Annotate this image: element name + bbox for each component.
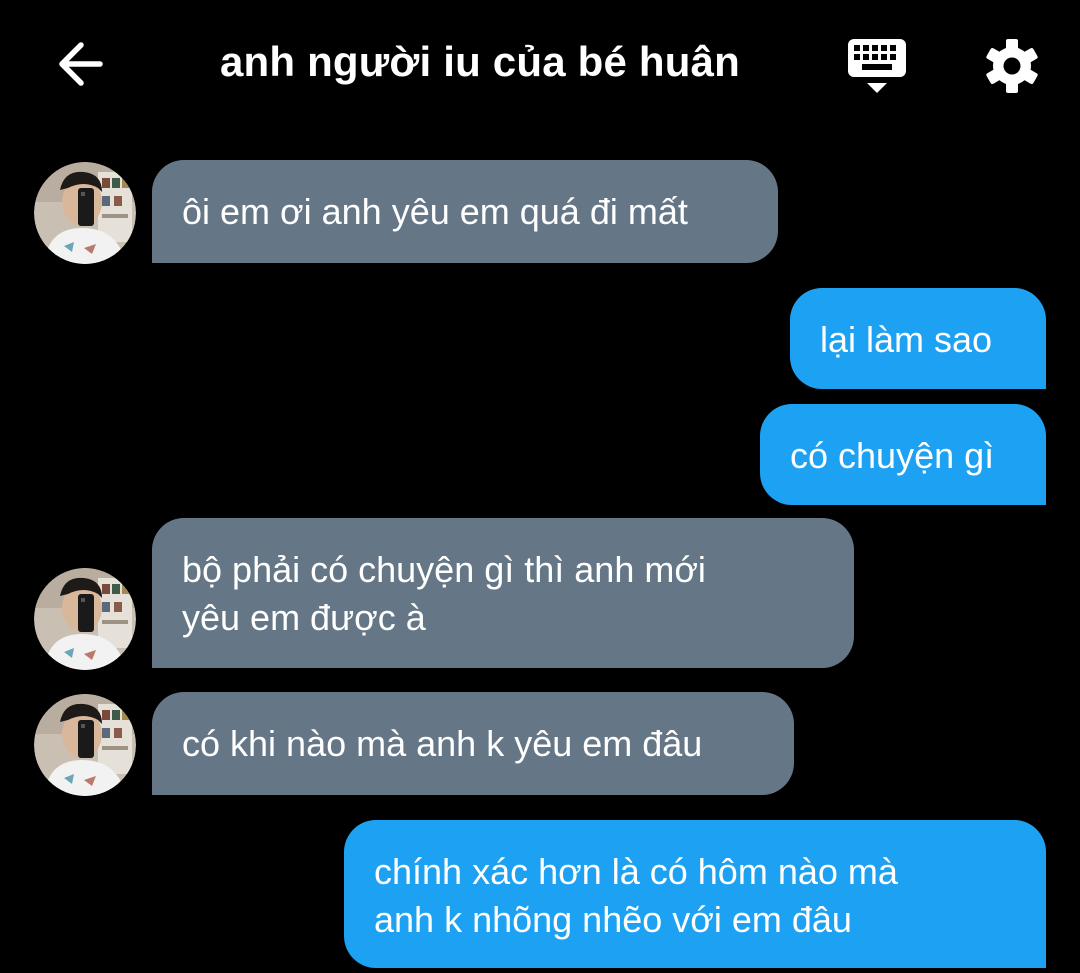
message-received[interactable]: ôi em ơi anh yêu em quá đi mất [152,160,778,263]
avatar[interactable] [34,568,136,670]
message-received[interactable]: bộ phải có chuyện gì thì anh mới yêu em … [152,518,854,668]
avatar[interactable] [34,162,136,264]
page-title: anh người iu của bé huân [219,38,741,85]
avatar[interactable] [34,694,136,796]
message-sent[interactable]: chính xác hơn là có hôm nào mà anh k nhõ… [344,820,1046,968]
settings-button[interactable] [982,36,1042,96]
message-sent[interactable]: có chuyện gì [760,404,1046,505]
message-received[interactable]: có khi nào mà anh k yêu em đâu [152,692,794,795]
gear-icon [986,39,1038,93]
message-sent[interactable]: lại làm sao [790,288,1046,389]
keyboard-button[interactable] [846,37,910,97]
chat-header: anh người iu của bé huân [0,0,1080,125]
keyboard-icon [848,39,906,93]
